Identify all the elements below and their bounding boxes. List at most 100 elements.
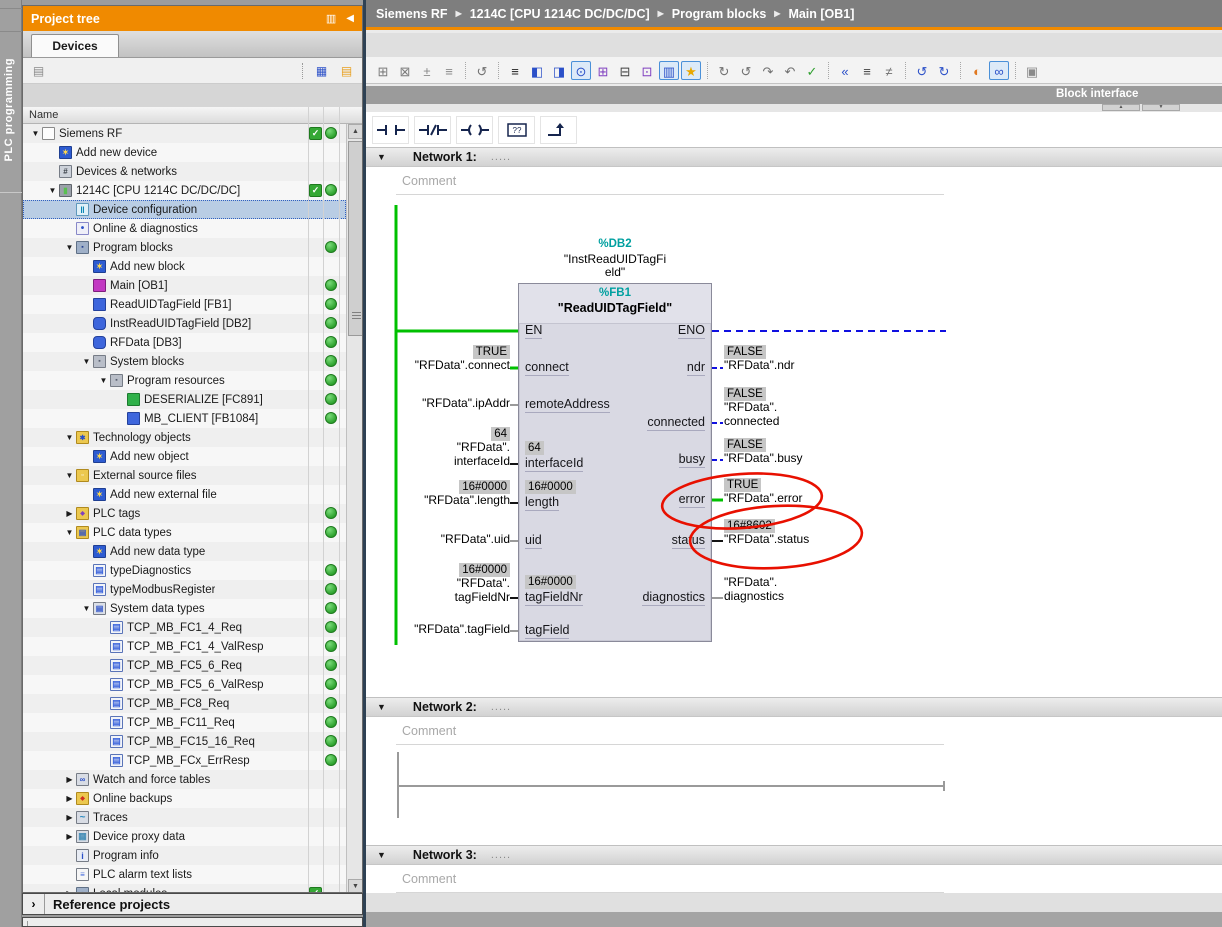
tree-scrollbar[interactable]: ▲ ▼ [346, 124, 363, 893]
online-status-icon [325, 602, 337, 614]
expand-collapse-icon[interactable]: ▼ [63, 528, 76, 537]
tree-item-technology-objects[interactable]: ▼✱Technology objects [23, 428, 346, 447]
tree-item-tcp-mb-fc5-6-valresp[interactable]: ▤TCP_MB_FC5_6_ValResp [23, 675, 346, 694]
tree-item-tcp-mb-fcx-errresp[interactable]: ▤TCP_MB_FCx_ErrResp [23, 751, 346, 770]
tree-item-rfdata-db3[interactable]: RFData [DB3] [23, 333, 346, 352]
tree-body: ▼Siemens RF✓✶Add new device#Devices & ne… [23, 124, 346, 893]
online-status-icon [325, 621, 337, 633]
tree-item-main-ob1[interactable]: Main [OB1] [23, 276, 346, 295]
expand-collapse-icon[interactable]: ▼ [80, 357, 93, 366]
tree-item-label: PLC alarm text lists [93, 869, 192, 881]
expand-collapse-icon[interactable]: ▼ [80, 604, 93, 613]
diag-icon: • [76, 222, 89, 235]
tree-item-tcp-mb-fc5-6-req[interactable]: ▤TCP_MB_FC5_6_Req [23, 656, 346, 675]
tree-item-label: Add new external file [110, 489, 217, 501]
tree-item-add-new-device[interactable]: ✶Add new device [23, 143, 346, 162]
tree-item-tcp-mb-fc1-4-valresp[interactable]: ▤TCP_MB_FC1_4_ValResp [23, 637, 346, 656]
tree-item-system-blocks[interactable]: ▼▪System blocks [23, 352, 346, 371]
export-table-icon[interactable]: ▤ [337, 62, 356, 80]
tree-item-device-configuration[interactable]: ‖Device configuration [23, 200, 346, 219]
expand-collapse-icon[interactable]: ▼ [63, 243, 76, 252]
tree-item-add-new-object[interactable]: ✶Add new object [23, 447, 346, 466]
tree-item-program-info[interactable]: iProgram info [23, 846, 346, 865]
tree-item-readuidtagfield-fb1[interactable]: ReadUIDTagField [FB1] [23, 295, 346, 314]
scrollbar-thumb[interactable] [348, 141, 363, 336]
plc-icon: ▮ [59, 184, 72, 197]
tree-item-tcp-mb-fc1-4-req[interactable]: ▤TCP_MB_FC1_4_Req [23, 618, 346, 637]
tab-devices[interactable]: Devices [31, 34, 119, 57]
expand-collapse-icon[interactable]: ▼ [63, 433, 76, 442]
tree-item-add-new-external-file[interactable]: ✶Add new external file [23, 485, 346, 504]
tree-item-add-new-block[interactable]: ✶Add new block [23, 257, 346, 276]
db-icon [93, 317, 106, 330]
expand-collapse-icon[interactable]: ▶ [63, 794, 76, 803]
tree-item-local-modules[interactable]: ▶▪Local modules✓ [23, 884, 346, 893]
tree-item-siemens-rf[interactable]: ▼Siemens RF✓ [23, 124, 346, 143]
expand-collapse-icon[interactable]: ▶ [63, 509, 76, 518]
tree-item-device-proxy-data[interactable]: ▶▦Device proxy data [23, 827, 346, 846]
fb-icon [127, 412, 140, 425]
details-view-icon[interactable]: ▦ [312, 62, 331, 80]
expand-collapse-icon[interactable]: ▶ [63, 813, 76, 822]
fc-icon [127, 393, 140, 406]
online-status-icon [325, 507, 337, 519]
tree-item-typediagnostics[interactable]: ▤typeDiagnostics [23, 561, 346, 580]
ext-icon: ▫ [76, 469, 89, 482]
tree-item-label: MB_CLIENT [FB1084] [144, 413, 258, 425]
tree-item-label: TCP_MB_FC5_6_Req [127, 660, 242, 672]
tree-item-plc-tags[interactable]: ▶◆PLC tags [23, 504, 346, 523]
reference-projects-bar[interactable]: › Reference projects [22, 893, 363, 915]
tree-item-devices-networks[interactable]: #Devices & networks [23, 162, 346, 181]
expand-reference-projects-icon[interactable]: › [23, 894, 45, 914]
tree-item-tcp-mb-fc15-16-req[interactable]: ▤TCP_MB_FC15_16_Req [23, 732, 346, 751]
add-icon: ✶ [59, 146, 72, 159]
columns-icon[interactable]: ▥ [326, 12, 336, 25]
new-item-icon[interactable]: ▤ [29, 62, 48, 80]
tree-item-system-data-types[interactable]: ▼▤System data types [23, 599, 346, 618]
sstruct-icon: ▤ [110, 735, 123, 748]
tree-item-external-source-files[interactable]: ▼▫External source files [23, 466, 346, 485]
tree-item-watch-and-force-tables[interactable]: ▶∞Watch and force tables [23, 770, 346, 789]
scroll-down-icon[interactable]: ▼ [348, 879, 363, 893]
expand-collapse-icon[interactable]: ▼ [63, 471, 76, 480]
tree-item-label: Technology objects [93, 432, 191, 444]
tree-item-program-resources[interactable]: ▼▪Program resources [23, 371, 346, 390]
tree-item-plc-alarm-text-lists[interactable]: ≡PLC alarm text lists [23, 865, 346, 884]
tree-item-tcp-mb-fc11-req[interactable]: ▤TCP_MB_FC11_Req [23, 713, 346, 732]
tree-item-1214c-cpu-1214c-dc-dc-dc[interactable]: ▼▮1214C [CPU 1214C DC/DC/DC]✓ [23, 181, 346, 200]
project-tree-panel: Project tree ▥ ◀ Devices ▤ ▦ ▤ Name ▼Sie… [22, 5, 363, 893]
tree-item-online-backups[interactable]: ▶◆Online backups [23, 789, 346, 808]
tree-item-instreaduidtagfield-db2[interactable]: InstReadUIDTagField [DB2] [23, 314, 346, 333]
tree-item-traces[interactable]: ▶~Traces [23, 808, 346, 827]
tree-item-typemodbusregister[interactable]: ▤typeModbusRegister [23, 580, 346, 599]
expand-collapse-icon[interactable]: ▶ [63, 775, 76, 784]
tree-name-header[interactable]: Name [23, 107, 362, 124]
details-view-bar[interactable]: › [22, 917, 363, 927]
expand-collapse-icon[interactable]: ▶ [63, 832, 76, 841]
tree-item-label: Program blocks [93, 242, 173, 254]
tree-item-deserialize-fc891[interactable]: DESERIALIZE [FC891] [23, 390, 346, 409]
tree-item-label: System data types [110, 603, 205, 615]
online-status-icon [325, 336, 337, 348]
tree-item-tcp-mb-fc8-req[interactable]: ▤TCP_MB_FC8_Req [23, 694, 346, 713]
expand-collapse-icon[interactable]: ▼ [46, 186, 59, 195]
tree-item-online-diagnostics[interactable]: •Online & diagnostics [23, 219, 346, 238]
tree-item-label: typeDiagnostics [110, 565, 191, 577]
tree-item-add-new-data-type[interactable]: ✶Add new data type [23, 542, 346, 561]
tree-item-label: TCP_MB_FC1_4_Req [127, 622, 242, 634]
sstruct-icon: ▤ [110, 697, 123, 710]
tree-item-label: Device proxy data [93, 831, 185, 843]
tree-item-program-blocks[interactable]: ▼▪Program blocks [23, 238, 346, 257]
expand-collapse-icon[interactable]: ▼ [97, 376, 110, 385]
scroll-up-icon[interactable]: ▲ [348, 124, 363, 139]
expand-collapse-icon[interactable]: ▼ [29, 129, 42, 138]
ob-icon [93, 279, 106, 292]
tree-item-plc-data-types[interactable]: ▼▤PLC data types [23, 523, 346, 542]
collapse-panel-icon[interactable]: ◀ [346, 13, 354, 24]
online-status-icon [325, 678, 337, 690]
tree-item-label: PLC tags [93, 508, 140, 520]
tree-item-mb-client-fb1084[interactable]: MB_CLIENT [FB1084] [23, 409, 346, 428]
fsys-icon: ▪ [110, 374, 123, 387]
expand-details-icon[interactable]: › [23, 921, 28, 927]
fb-icon [93, 298, 106, 311]
